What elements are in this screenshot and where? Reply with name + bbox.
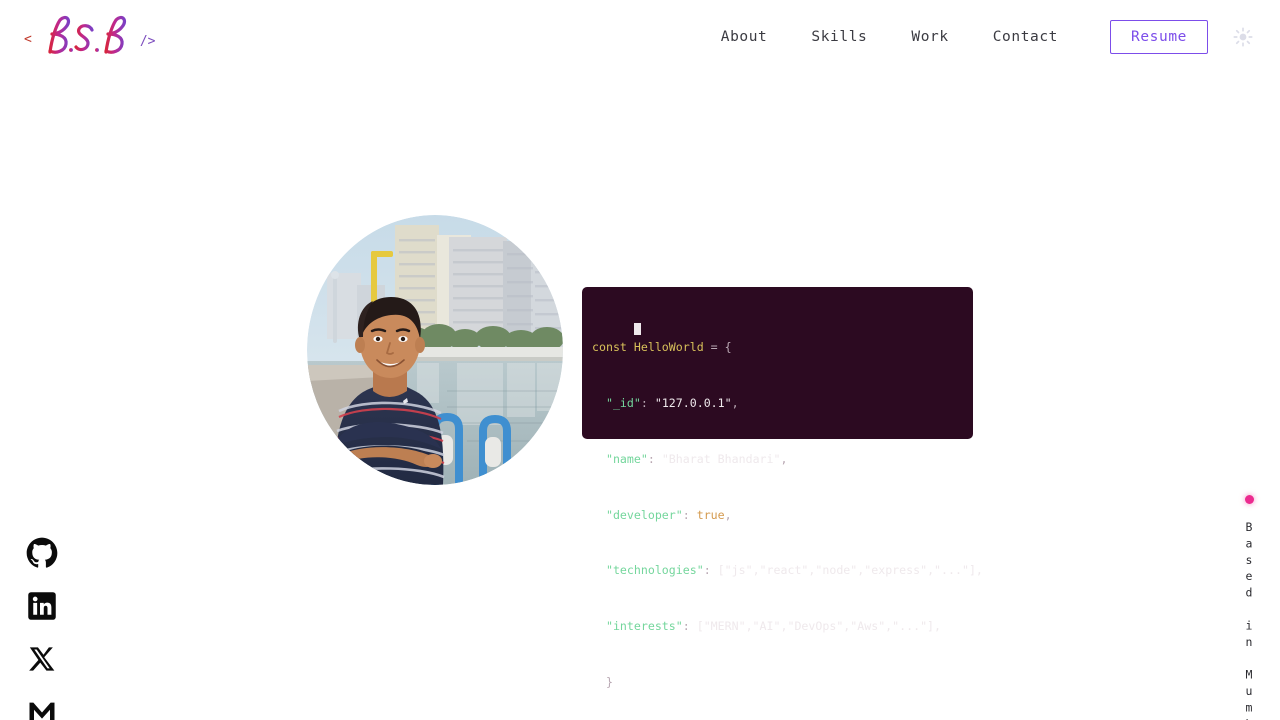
social-links-rail xyxy=(25,536,59,720)
text-cursor xyxy=(633,322,641,335)
location-rail: Based in Mumbai, India xyxy=(1242,495,1256,720)
code-token: ["MERN","AI","DevOps","Aws","..."], xyxy=(696,619,942,634)
profile-photo xyxy=(307,215,563,485)
code-token: : xyxy=(682,507,697,522)
profile-photo-image xyxy=(307,215,563,485)
code-line: "name": "Bharat Bhandari", xyxy=(592,450,973,469)
code-token: true xyxy=(696,507,725,522)
code-line: "technologies": ["js","react","node","ex… xyxy=(592,561,983,580)
social-link-linkedin[interactable] xyxy=(25,589,59,623)
code-token: : xyxy=(703,563,718,578)
github-icon xyxy=(26,537,58,568)
location-status-dot xyxy=(1244,495,1254,504)
code-line: "interests": ["MERN","AI","DevOps","Aws"… xyxy=(592,617,973,636)
code-token: ["js","react","node","express","..."], xyxy=(717,563,983,578)
linkedin-icon xyxy=(28,592,56,620)
code-token: "technologies" xyxy=(605,563,704,578)
logo-bracket-right-icon: /> xyxy=(139,33,156,49)
social-link-gmail[interactable] xyxy=(25,695,59,720)
code-line: const HelloWorld = { xyxy=(592,338,973,357)
page-root: < /> About Skills Work Contact Resume co… xyxy=(0,0,1280,720)
code-line: } xyxy=(592,673,973,692)
nav-link-contact[interactable]: Contact xyxy=(971,21,1080,53)
code-token: const xyxy=(592,340,627,355)
code-token: , xyxy=(731,395,739,410)
code-token: "name" xyxy=(605,451,648,466)
location-label: Based in Mumbai, India xyxy=(1242,520,1256,720)
code-token: , xyxy=(780,451,788,466)
intro-code-card: const HelloWorld = { "_id": "127.0.0.1",… xyxy=(582,287,983,689)
logo-bracket-left-icon: < xyxy=(24,31,32,47)
logo-script-mark xyxy=(48,15,126,54)
sun-icon xyxy=(1233,27,1253,47)
social-link-x[interactable] xyxy=(25,642,59,676)
code-token: "developer" xyxy=(605,507,683,522)
code-token: = { xyxy=(703,340,732,355)
main-navigation: About Skills Work Contact Resume xyxy=(699,20,1256,54)
code-token: HelloWorld xyxy=(633,340,704,355)
theme-toggle-button[interactable] xyxy=(1230,24,1256,50)
nav-link-skills[interactable]: Skills xyxy=(789,21,889,53)
site-header: < /> About Skills Work Contact Resume xyxy=(0,0,1280,74)
code-token: "interests" xyxy=(605,619,683,634)
resume-button[interactable]: Resume xyxy=(1110,20,1208,54)
code-token: "_id" xyxy=(605,395,641,410)
nav-link-about[interactable]: About xyxy=(699,21,790,53)
code-token: : xyxy=(640,395,655,410)
code-token: "127.0.0.1" xyxy=(654,395,732,410)
code-line: "_id": "127.0.0.1", xyxy=(592,394,973,413)
x-twitter-icon xyxy=(29,647,55,671)
social-link-github[interactable] xyxy=(25,536,59,570)
code-token: : xyxy=(647,451,662,466)
gmail-icon xyxy=(29,702,55,720)
nav-link-work[interactable]: Work xyxy=(889,21,970,53)
logo[interactable]: < /> xyxy=(24,14,155,60)
code-token: "Bharat Bhandari" xyxy=(661,451,781,466)
code-token: , xyxy=(724,507,732,522)
code-token: } xyxy=(592,674,613,689)
code-token: : xyxy=(682,619,697,634)
code-line: "developer": true, xyxy=(592,506,973,525)
